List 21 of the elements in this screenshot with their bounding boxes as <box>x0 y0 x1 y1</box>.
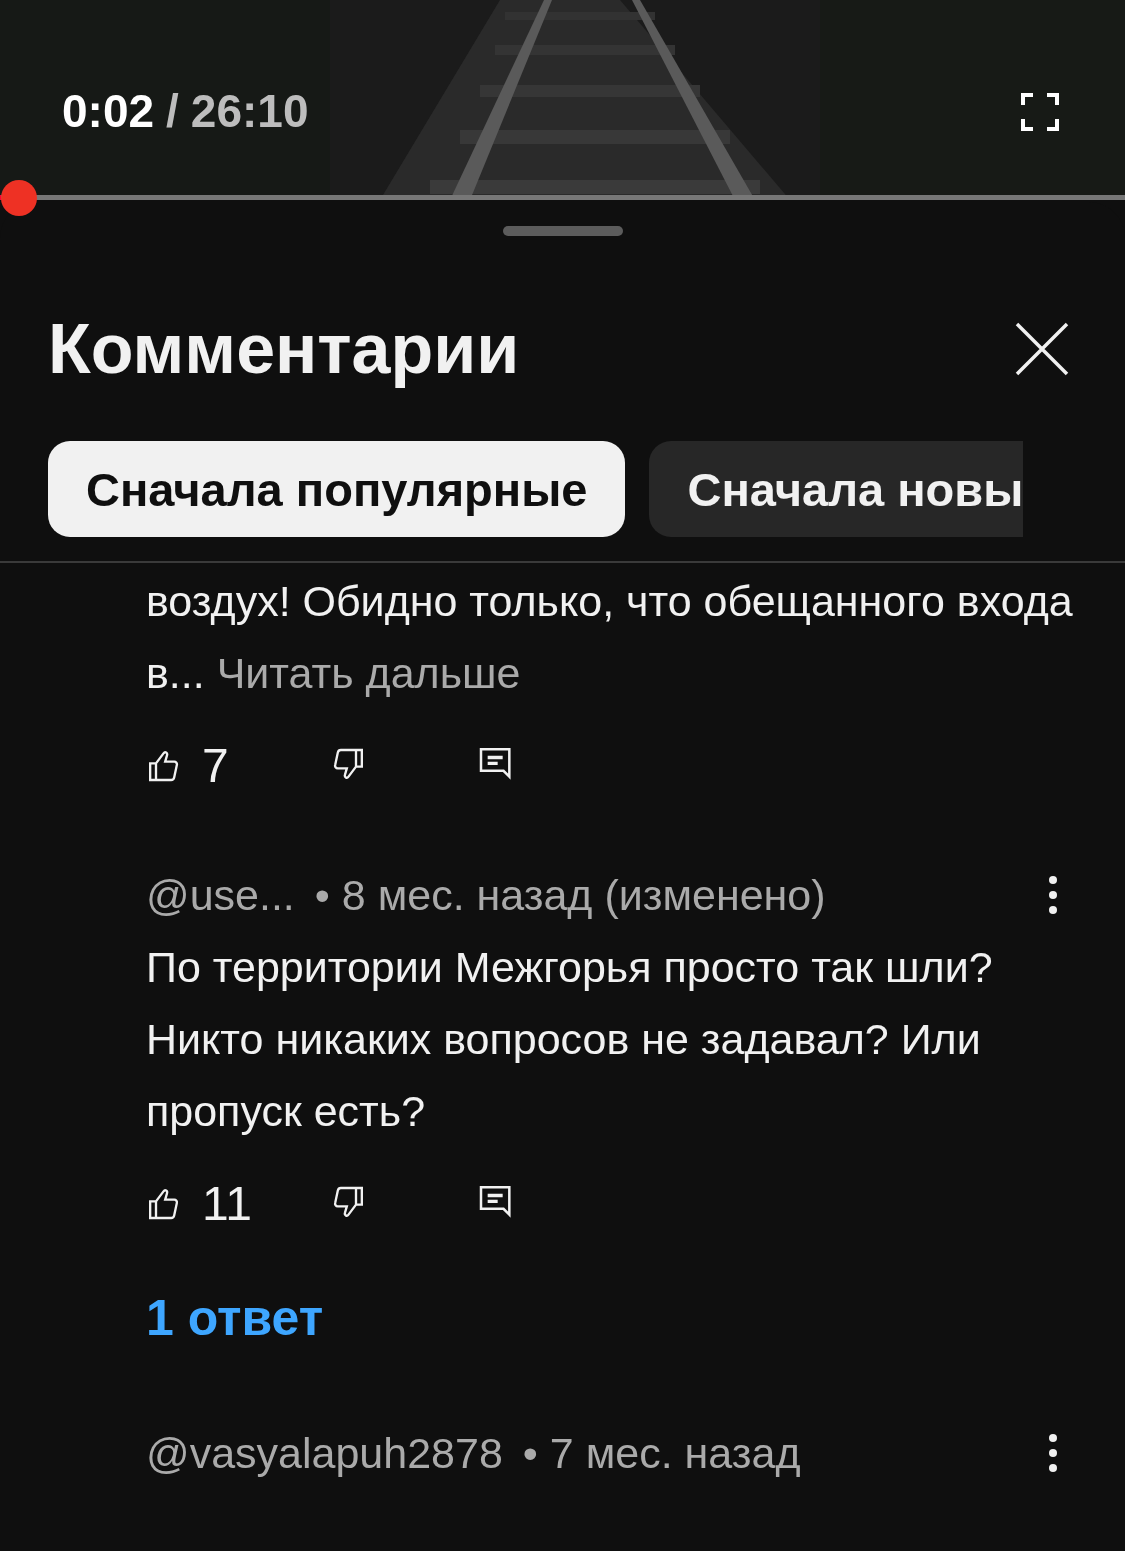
more-icon[interactable] <box>1048 1433 1058 1473</box>
comment-author[interactable]: @vasyalapuh2878 <box>146 1428 503 1478</box>
drag-handle[interactable] <box>502 226 623 236</box>
more-icon[interactable] <box>1048 875 1058 915</box>
time-separator: / <box>166 84 179 138</box>
comment-text: По территории Межгорья просто так шли? Никто никаких вопросов не задавал? Или пропуск есть? <box>146 942 994 1137</box>
fullscreen-icon[interactable] <box>1021 93 1059 131</box>
like-count: 7 <box>202 737 230 793</box>
panel-title: Комментарии <box>48 309 520 389</box>
sort-chip[interactable]: Сначала популярные <box>48 441 626 537</box>
comment-date: • 7 мес. назад <box>522 1428 801 1478</box>
duration: 26:10 <box>190 84 309 138</box>
close-icon[interactable] <box>1015 322 1069 376</box>
current-time: 0:02 <box>62 84 155 138</box>
like-count: 11 <box>202 1175 253 1231</box>
replies-link[interactable]: 1 ответ <box>146 1289 324 1347</box>
read-more-link[interactable]: Читать дальше <box>216 649 521 697</box>
comment-text: воздух! Обидно только, что обещанного входа в... Читать дальше <box>146 576 1074 699</box>
comment-author[interactable]: @use... <box>146 870 295 920</box>
comment-date: • 8 мес. назад (изменено) <box>314 870 826 920</box>
sort-chip[interactable]: Сначала новы <box>649 441 1024 537</box>
